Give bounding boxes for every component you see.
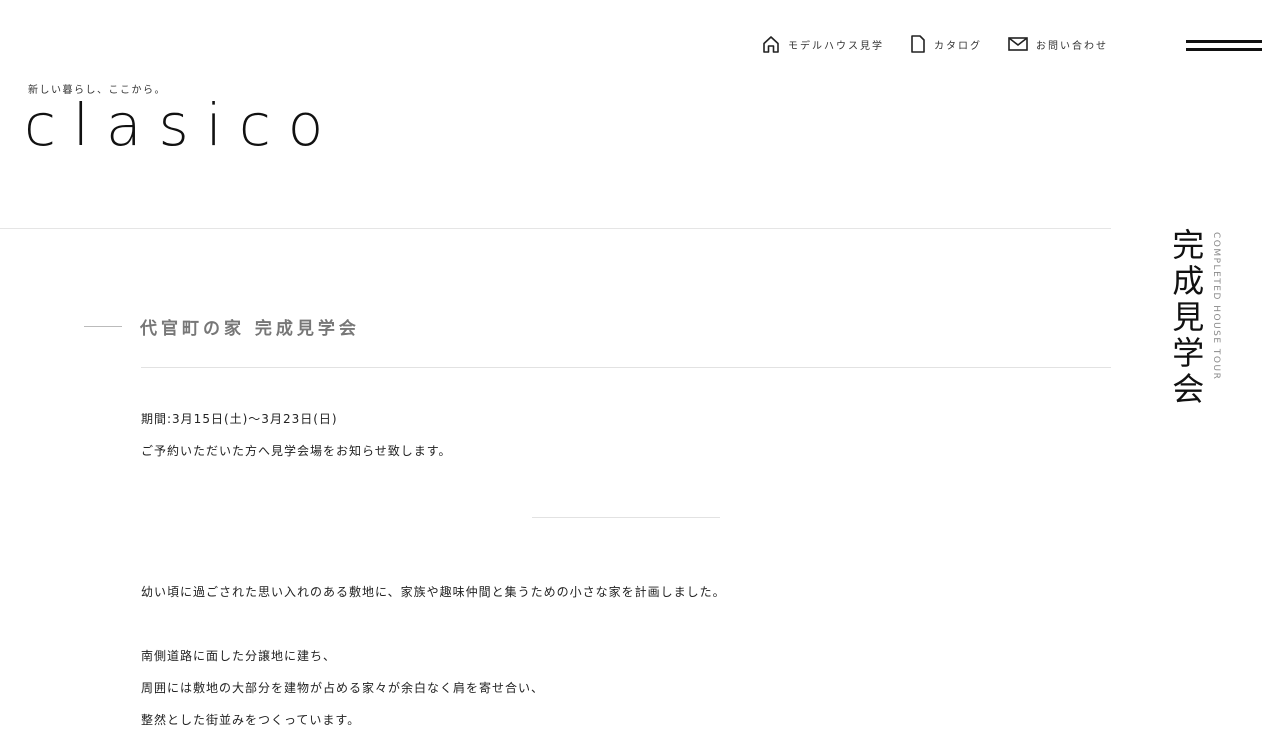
title-dash (84, 326, 122, 327)
section-title-en: COMPLETED HOUSE TOUR (1211, 232, 1222, 381)
nav-contact-label: お問い合わせ (1036, 40, 1108, 52)
event-notice: ご予約いただいた方へ見学会場をお知らせ致します。 (141, 444, 452, 458)
article-title: 代官町の家 完成見学会 (140, 319, 360, 339)
title-divider (141, 367, 1111, 368)
paragraph: 周囲には敷地の大部分を建物が占める家々が余白なく肩を寄せ合い、 (141, 681, 545, 695)
page: 新しい暮らし、ここから。 clasico モデルハウス見学 カタログ お問い合わ… (0, 0, 1280, 733)
paragraph: 幼い頃に過ごされた思い入れのある敷地に、家族や趣味仲間と集うための小さな家を計画… (141, 585, 726, 599)
event-period: 期間:3月15日(土)〜3月23日(日) (141, 412, 338, 426)
hamburger-menu-icon[interactable] (1186, 38, 1262, 54)
mail-icon (1008, 37, 1028, 51)
section-title: 完成見学会 COMPLETED HOUSE TOUR (1167, 228, 1222, 408)
paragraph: 整然とした街並みをつくっています。 (141, 713, 361, 727)
nav-contact[interactable]: お問い合わせ (1008, 37, 1108, 52)
paragraph: 南側道路に面した分譲地に建ち、 (141, 649, 337, 663)
content-divider (532, 517, 720, 518)
article-body: 幼い頃に過ごされた思い入れのある敷地に、家族や趣味仲間と集うための小さな家を計画… (141, 576, 726, 733)
house-icon (762, 35, 780, 53)
article-title-row: 代官町の家 完成見学会 (84, 314, 360, 339)
nav-catalog-label: カタログ (934, 40, 982, 52)
event-info: 期間:3月15日(土)〜3月23日(日) ご予約いただいた方へ見学会場をお知らせ… (141, 403, 452, 467)
document-icon (910, 35, 926, 53)
utility-nav: モデルハウス見学 カタログ お問い合わせ (762, 35, 1108, 53)
header-divider (0, 228, 1111, 229)
nav-model-house[interactable]: モデルハウス見学 (762, 35, 884, 53)
nav-model-house-label: モデルハウス見学 (788, 40, 884, 52)
section-title-jp: 完成見学会 (1167, 228, 1206, 408)
logo[interactable]: clasico (24, 96, 340, 154)
nav-catalog[interactable]: カタログ (910, 35, 982, 53)
